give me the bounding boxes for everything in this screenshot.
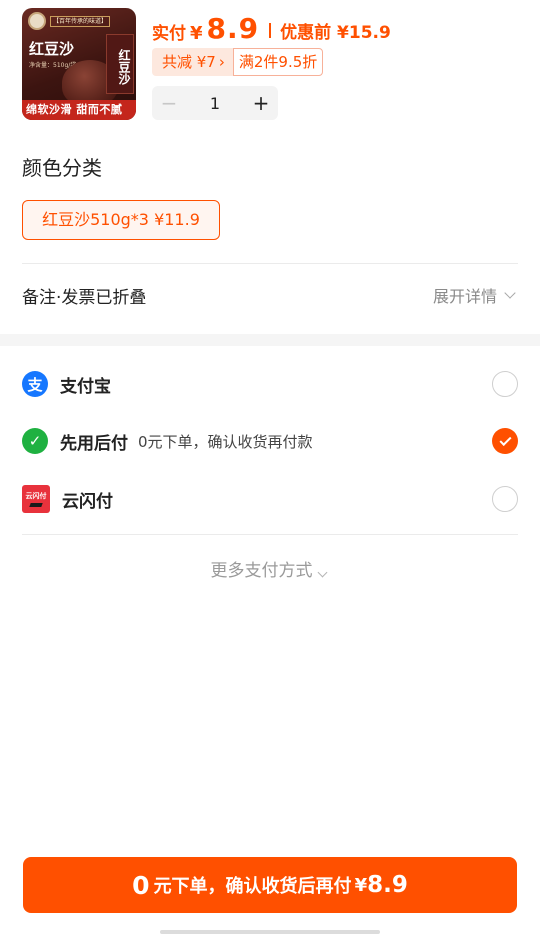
unionpay-icon-text: 云闪付 [25, 491, 47, 500]
checkmark-icon [498, 433, 512, 446]
payment-name: 支付宝 [60, 376, 111, 397]
actual-pay-label: 实付 [152, 24, 186, 44]
submit-order-button[interactable]: 0 元下单，确认收货后再付 ¥ 8.9 [23, 857, 517, 913]
variant-section-title: 颜色分类 [22, 156, 102, 180]
submit-amount: 8.9 [367, 872, 408, 898]
payment-option-alipay[interactable]: 支 支付宝 [22, 356, 518, 412]
unionpay-icon: 云闪付 [22, 485, 50, 513]
payment-option-unionpay[interactable]: 云闪付 云闪付 [22, 471, 518, 527]
thumbnail-tagline: 【百年传承的味道】 [50, 16, 111, 27]
brand-seal-icon [28, 12, 46, 30]
thumbnail-banner: 绵软沙滑 甜而不腻 [22, 100, 136, 120]
thumbnail-package: 红豆沙 [106, 34, 134, 94]
pay-later-icon: ✓ [22, 428, 48, 454]
expand-details[interactable]: 展开详情 [433, 283, 518, 307]
home-indicator [160, 930, 380, 934]
more-payment-methods-button[interactable]: 更多支付方式 [0, 556, 540, 586]
increase-quantity-button[interactable]: + [244, 91, 278, 115]
payment-option-pay-later[interactable]: ✓ 先用后付 0元下单，确认收货再付款 [22, 413, 518, 469]
chevron-right-icon: › [218, 53, 225, 71]
payment-radio-checked[interactable] [492, 428, 518, 454]
payment-radio-unchecked[interactable] [492, 371, 518, 397]
chevron-down-icon [504, 287, 516, 299]
alipay-icon: 支 [22, 371, 48, 397]
unionpay-stripe [29, 502, 43, 507]
chevron-down-icon [317, 567, 327, 578]
quantity-value[interactable]: 1 [186, 94, 244, 113]
price-line: 实付 ¥ 8.9 优惠前 ¥15.9 [152, 12, 391, 45]
total-discount-button[interactable]: 共减 ¥7 › [152, 48, 233, 76]
payment-name: 云闪付 [62, 491, 113, 512]
actual-price: 8.9 [206, 12, 260, 45]
divider [22, 534, 518, 535]
payment-radio-unchecked[interactable] [492, 486, 518, 512]
product-thumbnail[interactable]: 【百年传承的味道】 红豆沙 净含量：510g/袋 红豆沙 绵软沙滑 甜而不腻 [22, 8, 136, 120]
price-divider [269, 23, 272, 38]
thumbnail-product-name: 红豆沙 [29, 40, 75, 58]
decrease-quantity-button[interactable]: − [152, 91, 186, 115]
promo-tag: 满2件9.5折 [232, 48, 324, 76]
more-payment-label: 更多支付方式 [210, 561, 313, 581]
quantity-stepper: − 1 + [152, 86, 278, 120]
total-discount-label: 共减 ¥7 [162, 53, 216, 71]
section-separator [0, 334, 540, 346]
notes-invoice-row[interactable]: 备注·发票已折叠 展开详情 [22, 272, 518, 318]
variant-option-selected[interactable]: 红豆沙510g*3 ¥11.9 [22, 200, 220, 240]
payment-description: 0元下单，确认收货再付款 [138, 432, 313, 451]
submit-zero: 0 [132, 870, 150, 900]
discount-row: 共减 ¥7 › 满2件9.5折 [152, 48, 324, 76]
product-summary: 【百年传承的味道】 红豆沙 净含量：510g/袋 红豆沙 绵软沙滑 甜而不腻 实… [0, 0, 540, 130]
expand-details-label: 展开详情 [432, 287, 497, 306]
payment-name: 先用后付 [60, 433, 128, 454]
notes-label: 备注·发票已折叠 [22, 287, 147, 308]
divider [22, 263, 518, 264]
currency-symbol: ¥ [190, 23, 203, 44]
original-price: 优惠前 ¥15.9 [280, 23, 391, 43]
submit-text: 元下单，确认收货后再付 [153, 876, 352, 897]
submit-currency: ¥ [354, 874, 368, 896]
